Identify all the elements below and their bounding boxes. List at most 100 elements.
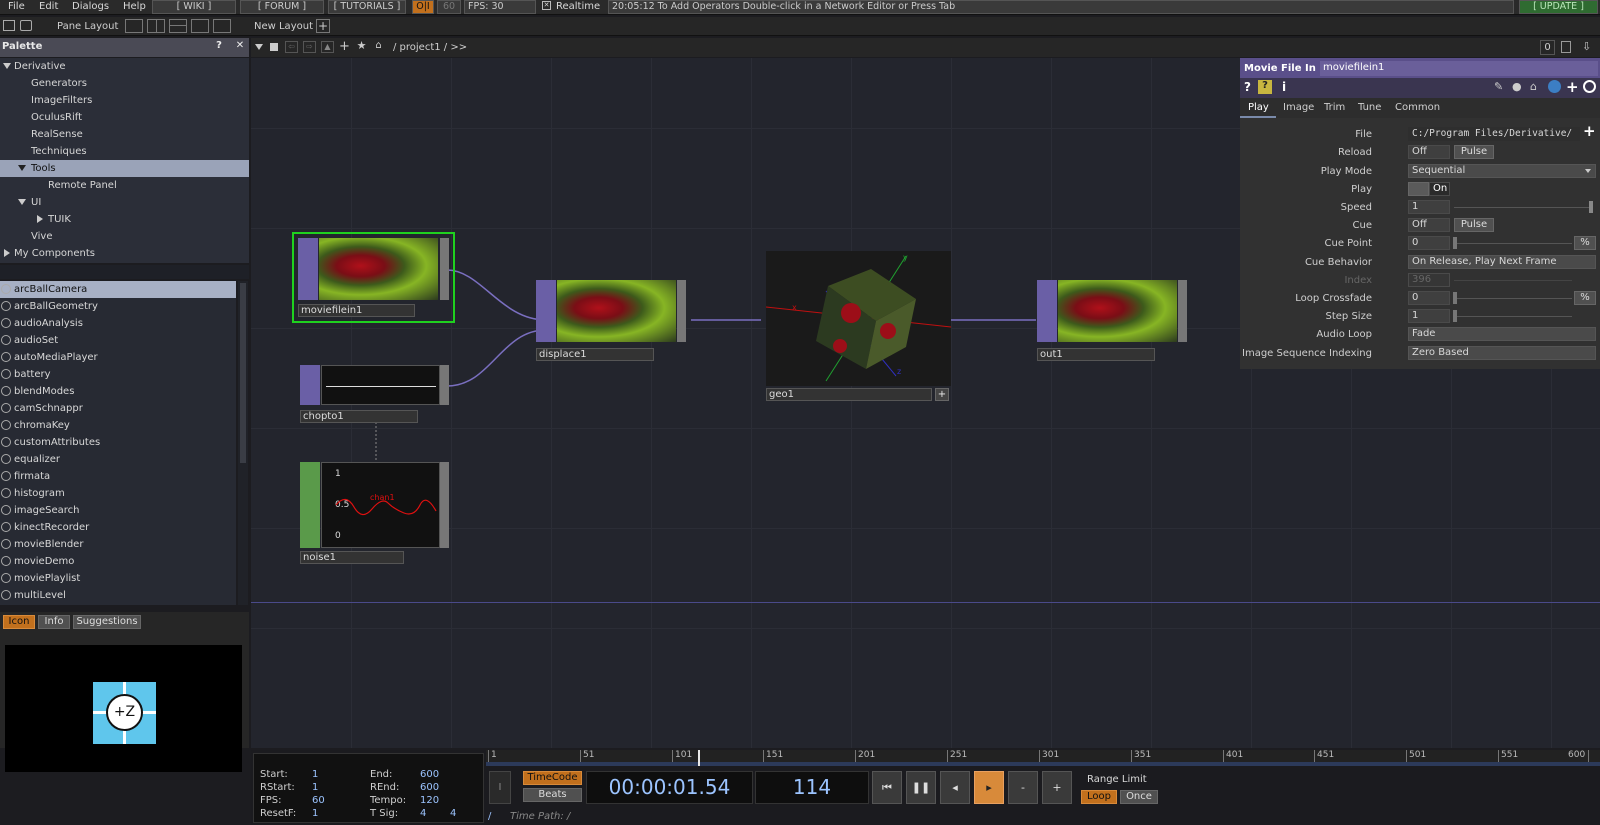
palette-close-button[interactable]: ✕: [233, 40, 247, 54]
list-item[interactable]: movieBlender: [0, 536, 236, 553]
list-item[interactable]: arcBallCamera: [0, 281, 236, 298]
menu-file[interactable]: File: [8, 1, 25, 12]
tree-item-tools[interactable]: Tools: [0, 160, 249, 177]
timecode-button[interactable]: TimeCode: [523, 771, 582, 785]
playhead[interactable]: [698, 750, 700, 766]
add-icon[interactable]: +: [935, 388, 949, 401]
menu-dialogs[interactable]: Dialogs: [72, 1, 109, 12]
tree-item-ui[interactable]: UI: [0, 194, 249, 211]
palette-help-button[interactable]: ?: [212, 40, 226, 54]
step-size-field[interactable]: 1: [1408, 309, 1450, 323]
forum-button[interactable]: [ FORUM ]: [240, 0, 324, 14]
pause-icon[interactable]: ❚❚: [906, 771, 936, 804]
slider-handle[interactable]: [1453, 292, 1457, 304]
loop-button[interactable]: Loop: [1081, 790, 1117, 804]
tree-item-techniques[interactable]: Techniques: [0, 143, 249, 160]
home-icon[interactable]: ⌂: [372, 40, 385, 53]
slider-handle[interactable]: [1453, 310, 1457, 322]
resetf-value[interactable]: 1: [312, 808, 318, 819]
list-item[interactable]: arcBallGeometry: [0, 298, 236, 315]
cursor-icon[interactable]: I: [489, 771, 511, 804]
list-item[interactable]: customAttributes: [0, 434, 236, 451]
tree-item-realsense[interactable]: RealSense: [0, 126, 249, 143]
step-forward-icon[interactable]: +: [1042, 771, 1072, 804]
step-back-icon[interactable]: -: [1008, 771, 1038, 804]
play-toggle[interactable]: On: [1429, 182, 1450, 196]
cue-point-field[interactable]: 0: [1408, 236, 1450, 250]
add-icon[interactable]: +: [1583, 122, 1596, 140]
node-noise1[interactable]: 1 0.5 0 chan1 noise1: [300, 462, 450, 564]
tree-item-vive[interactable]: Vive: [0, 228, 249, 245]
list-item[interactable]: firmata: [0, 468, 236, 485]
screen-icon[interactable]: [3, 20, 15, 31]
add-icon[interactable]: +: [1566, 78, 1579, 96]
output-connector[interactable]: [440, 238, 449, 300]
node-label[interactable]: moviefilein1: [298, 304, 415, 317]
tab-tune[interactable]: Tune: [1358, 102, 1381, 113]
tab-info[interactable]: Info: [38, 615, 70, 629]
step-size-slider[interactable]: [1454, 316, 1572, 317]
list-item[interactable]: audioAnalysis: [0, 315, 236, 332]
node-chopto1[interactable]: chopto1: [300, 365, 450, 423]
edit-icon[interactable]: ✎: [1494, 80, 1503, 93]
slider-handle[interactable]: [1453, 237, 1457, 249]
loop-crossfade-slider[interactable]: [1454, 298, 1572, 299]
tsig-numerator[interactable]: 4: [420, 808, 426, 819]
tag-icon[interactable]: ⌂: [1530, 80, 1537, 93]
tab-icon[interactable]: Icon: [3, 615, 35, 629]
node-label[interactable]: chopto1: [300, 410, 418, 423]
node-label[interactable]: out1: [1037, 348, 1155, 361]
output-connector[interactable]: [677, 280, 686, 342]
play-forward-icon[interactable]: ▸: [974, 771, 1004, 804]
target-icon[interactable]: [1583, 80, 1596, 93]
output-connector[interactable]: [440, 462, 449, 548]
tree-item-remote-panel[interactable]: Remote Panel: [0, 177, 249, 194]
list-item[interactable]: histogram: [0, 485, 236, 502]
beats-button[interactable]: Beats: [523, 788, 582, 802]
wiki-button[interactable]: [ WIKI ]: [152, 0, 236, 14]
output-connector[interactable]: [1178, 280, 1187, 342]
loop-crossfade-field[interactable]: 0: [1408, 291, 1450, 305]
layout-split-h-icon[interactable]: [169, 19, 187, 33]
timeline-ruler[interactable]: 1 51 101 151 201 251 301 351 401 451 501 551 600: [486, 750, 1600, 766]
frame-display[interactable]: 114: [755, 771, 869, 804]
cue-toggle[interactable]: Off: [1408, 218, 1450, 232]
forward-icon[interactable]: ⇨: [303, 41, 316, 53]
tsig-denominator[interactable]: 4: [450, 808, 456, 819]
play-mode-select[interactable]: Sequential: [1408, 164, 1596, 178]
list-item[interactable]: chromaKey: [0, 417, 236, 434]
tutorials-button[interactable]: [ TUTORIALS ]: [328, 0, 406, 14]
list-item[interactable]: moviePlaylist: [0, 570, 236, 587]
stop-icon[interactable]: [270, 43, 278, 51]
expand-icon[interactable]: [18, 165, 26, 171]
update-button[interactable]: [ UPDATE ]: [1519, 0, 1598, 14]
node-label[interactable]: displace1: [536, 348, 654, 361]
menu-help[interactable]: Help: [123, 1, 146, 12]
tab-trim[interactable]: Trim: [1324, 102, 1345, 113]
info-icon[interactable]: i: [1282, 80, 1286, 94]
tree-item-generators[interactable]: Generators: [0, 75, 249, 92]
slider-handle[interactable]: [1589, 201, 1593, 213]
back-icon[interactable]: ⇦: [285, 41, 298, 53]
speed-field[interactable]: 1: [1408, 200, 1450, 214]
output-connector[interactable]: [440, 365, 449, 405]
rend-value[interactable]: 600: [420, 782, 439, 793]
tree-item-imagefilters[interactable]: ImageFilters: [0, 92, 249, 109]
network-path[interactable]: / project1 / >>: [393, 42, 467, 53]
download-icon[interactable]: ⇩: [1582, 40, 1594, 54]
chevron-down-icon[interactable]: [255, 44, 263, 50]
audio-loop-select[interactable]: Fade: [1408, 327, 1596, 341]
loop-crossfade-unit[interactable]: %: [1574, 291, 1596, 305]
menu-edit[interactable]: Edit: [39, 1, 58, 12]
end-value[interactable]: 600: [420, 769, 439, 780]
tab-common[interactable]: Common: [1395, 102, 1440, 113]
layout-four-icon[interactable]: [213, 19, 231, 33]
node-moviefilein1[interactable]: moviefilein1: [292, 232, 455, 323]
collapse-icon[interactable]: [37, 215, 43, 223]
tree-item-oculusrift[interactable]: OculusRift: [0, 109, 249, 126]
list-item[interactable]: autoMediaPlayer: [0, 349, 236, 366]
layout-single-icon[interactable]: [125, 19, 143, 33]
comment-icon[interactable]: ●: [1512, 80, 1522, 93]
list-item[interactable]: battery: [0, 366, 236, 383]
cue-pulse-button[interactable]: Pulse: [1454, 218, 1494, 232]
